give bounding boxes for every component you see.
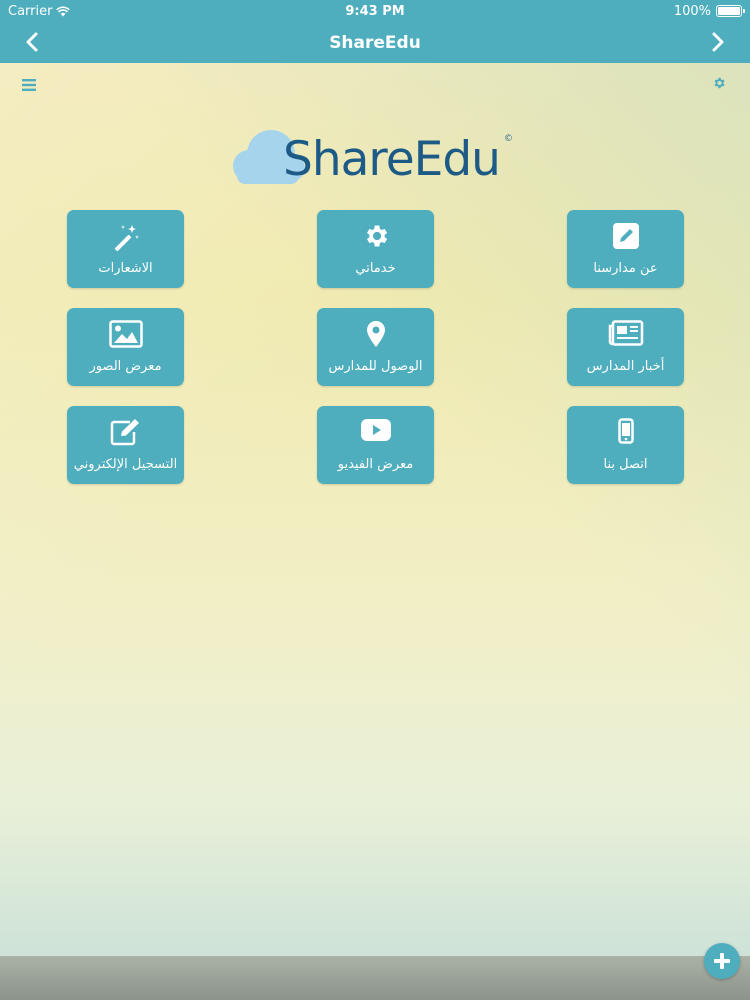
tile-icon-wrapper <box>317 320 434 348</box>
nav-bar: ShareEdu <box>0 22 750 63</box>
gear-icon <box>366 225 387 247</box>
hamburger-menu-icon <box>22 79 36 91</box>
plus-icon <box>714 953 730 969</box>
battery-icon <box>716 5 745 17</box>
tile-notifications[interactable]: الاشعارات <box>67 210 184 288</box>
status-time: 9:43 PM <box>345 3 405 19</box>
add-button[interactable] <box>704 943 740 979</box>
logo-trademark: © <box>504 134 513 144</box>
forward-button[interactable] <box>704 28 732 56</box>
menu-button[interactable] <box>22 76 38 91</box>
tile-school-news[interactable]: أخبار المدارس <box>567 308 684 386</box>
background <box>0 63 750 956</box>
tile-video-gallery[interactable]: معرض الفيديو <box>317 406 434 484</box>
tile-contact-us[interactable]: اتصل بنا <box>567 406 684 484</box>
battery-fill <box>718 7 740 15</box>
tile-icon-wrapper <box>567 222 684 250</box>
page-title: ShareEdu <box>329 32 421 53</box>
gear-icon <box>714 77 725 89</box>
tile-label: معرض الفيديو <box>337 457 414 472</box>
settings-button[interactable] <box>712 75 728 91</box>
back-button[interactable] <box>18 28 46 56</box>
tile-label: التسجيل الإلكتروني <box>73 457 178 472</box>
map-marker-icon <box>366 321 385 347</box>
status-right: 100% <box>673 3 745 19</box>
battery-percent: 100% <box>673 3 711 19</box>
tile-icon-wrapper <box>567 320 684 348</box>
tile-icon-wrapper <box>317 222 434 250</box>
logo-text: ShareEdu <box>283 132 501 187</box>
bottom-bar <box>0 956 750 1000</box>
tile-icon-wrapper <box>67 418 184 446</box>
youtube-play-icon <box>360 419 391 441</box>
mobile-phone-icon <box>617 418 634 444</box>
tile-my-services[interactable]: خدماتي <box>317 210 434 288</box>
image-icon <box>108 320 143 348</box>
tile-label: اتصل بنا <box>603 457 648 472</box>
magic-wand-icon <box>114 225 139 252</box>
edit-icon <box>612 223 639 249</box>
pencil-square-icon <box>110 419 139 446</box>
chevron-right-icon <box>712 32 724 52</box>
tile-label: الاشعارات <box>98 261 153 276</box>
status-left: Carrier <box>8 3 71 19</box>
tile-photo-gallery[interactable]: معرض الصور <box>67 308 184 386</box>
tile-school-directions[interactable]: الوصول للمدارس <box>317 308 434 386</box>
tile-label: عن مدارسنا <box>593 261 658 276</box>
carrier-label: Carrier <box>8 3 53 19</box>
chevron-left-icon <box>26 32 38 52</box>
tile-icon-wrapper <box>567 418 684 446</box>
newspaper-icon <box>608 320 643 346</box>
tile-label: أخبار المدارس <box>586 359 665 374</box>
tile-label: الوصول للمدارس <box>328 359 423 374</box>
app-logo: ShareEdu © <box>231 126 519 188</box>
tile-online-registration[interactable]: التسجيل الإلكتروني <box>67 406 184 484</box>
tile-about-schools[interactable]: عن مدارسنا <box>567 210 684 288</box>
tile-label: خدماتي <box>355 261 396 276</box>
tile-icon-wrapper <box>67 222 184 252</box>
tile-icon-wrapper <box>317 418 434 446</box>
tile-icon-wrapper <box>67 320 184 348</box>
status-bar: Carrier 9:43 PM 100% <box>0 0 750 22</box>
wifi-icon <box>56 5 71 16</box>
tile-label: معرض الصور <box>89 359 162 374</box>
